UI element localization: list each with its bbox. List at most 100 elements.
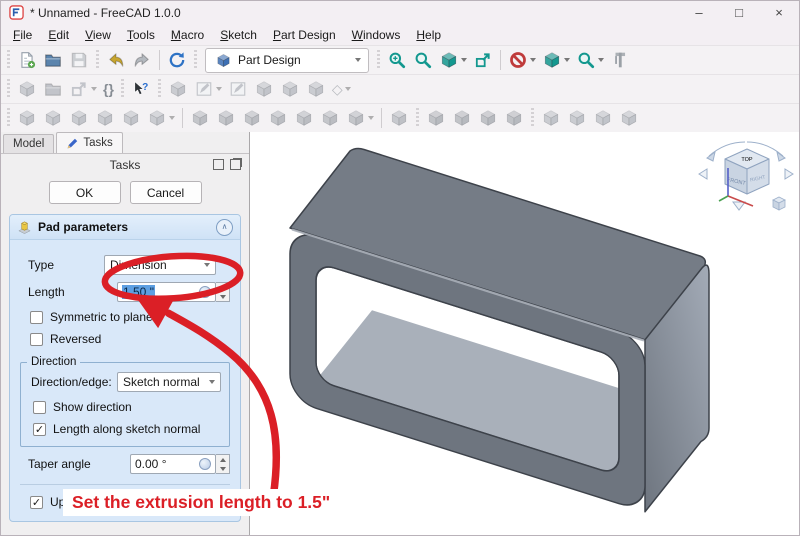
measure-button[interactable] [608,48,632,72]
toolbar-drag-handle[interactable] [192,50,199,70]
reversed-checkbox[interactable] [30,333,43,346]
pad-icon [17,108,37,128]
menu-view[interactable]: View [77,26,119,44]
open-document-button[interactable] [41,48,65,72]
type-dropdown[interactable]: Dimension [104,255,216,275]
navcube-rotate-down-arrow[interactable] [733,202,745,210]
navcube-rotate-right-arrow[interactable] [785,169,793,179]
subtractive-loft-button [266,106,290,130]
freecad-logo-icon [9,5,24,20]
revolution-button [41,106,65,130]
clipping-plane-icon [508,50,528,70]
toolbar-drag-handle[interactable] [529,108,536,128]
dock-panel-icon[interactable] [213,159,224,170]
tab-tasks[interactable]: Tasks [56,132,122,153]
standard-views-button[interactable] [437,48,469,72]
menu-windows[interactable]: Windows [344,26,409,44]
boolean-operation-button [387,106,411,130]
chamfer-button [450,106,474,130]
update-view-checkbox[interactable]: ✓ [30,496,43,509]
boolean-operation-icon [389,108,409,128]
tab-model[interactable]: Model [3,134,54,153]
toolbar-drag-handle[interactable] [156,79,163,99]
expression-icon[interactable] [199,458,211,470]
chevron-down-icon [461,58,467,62]
validate-sketch-icon [280,79,300,99]
draw-style-icon [542,50,562,70]
close-button[interactable]: × [759,1,799,24]
thickness-icon [504,108,524,128]
panel-title: Tasks [110,158,141,172]
workbench-selector[interactable]: Part Design [205,48,369,73]
link-actions-button [67,77,99,101]
create-sketch-icon [194,79,214,99]
length-along-normal-checkbox[interactable]: ✓ [33,423,46,436]
make-group-icon [43,79,63,99]
menu-tools[interactable]: Tools [119,26,163,44]
cancel-button[interactable]: Cancel [130,181,202,204]
show-direction-checkbox[interactable] [33,401,46,414]
chevron-down-icon [598,58,604,62]
navcube-mini-cube[interactable] [773,197,785,210]
make-group-button [41,77,65,101]
toolbar-drag-handle[interactable] [119,79,126,99]
fit-selection-button[interactable] [411,48,435,72]
toolbar-drag-handle[interactable] [375,50,382,70]
menu-edit[interactable]: Edit [40,26,77,44]
menu-file[interactable]: File [5,26,40,44]
3d-viewport[interactable]: TOP FRONT RIGHT [249,132,799,535]
undo-button[interactable] [104,48,128,72]
navcube-rotate-left-arrow[interactable] [699,169,707,179]
freecad-window: * Unnamed - FreeCAD 1.0.0 –□× FileEditVi… [0,0,800,536]
toolbar-drag-handle[interactable] [5,50,12,70]
taper-angle-label: Taper angle [20,457,130,471]
sync-view-button[interactable] [471,48,495,72]
panel-tabs: Model Tasks [1,132,249,154]
direction-edge-dropdown[interactable]: Sketch normal [117,372,221,392]
fit-selection-icon [413,50,433,70]
menubar: FileEditViewToolsMacroSketchPart DesignW… [1,24,799,45]
menu-sketch[interactable]: Sketch [212,26,265,44]
chevron-down-icon [368,116,374,120]
taper-angle-input[interactable]: 0.00 ° [130,454,216,474]
minimize-button[interactable]: – [679,1,719,24]
toolbar-drag-handle[interactable] [414,108,421,128]
ok-button[interactable]: OK [49,181,121,204]
fit-all-button[interactable] [385,48,409,72]
toolbar-drag-handle[interactable] [5,108,12,128]
menu-macro[interactable]: Macro [163,26,212,44]
taper-angle-spinner[interactable] [216,454,230,474]
length-input[interactable]: 1.50 " [117,282,216,302]
toolbar-drag-handle[interactable] [5,79,12,99]
tab-label: Model [13,138,44,150]
expression-actions-button[interactable]: {} [101,77,116,101]
new-document-button[interactable] [15,48,39,72]
chevron-down-icon [564,58,570,62]
length-spinner[interactable] [216,282,230,302]
new-document-icon [17,50,37,70]
taper-angle-value: 0.00 ° [135,457,167,471]
collapse-section-button[interactable]: ∧ [216,219,233,236]
chamfer-icon [452,108,472,128]
redo-icon [132,50,152,70]
draw-style-button[interactable] [540,48,572,72]
show-direction-label: Show direction [53,400,132,414]
standard-views-icon [439,50,459,70]
chevron-down-icon [345,87,351,91]
menu-part-design[interactable]: Part Design [265,26,344,44]
groove-icon [242,108,262,128]
maximize-button[interactable]: □ [719,1,759,24]
navigation-cube[interactable]: TOP FRONT RIGHT [695,140,795,216]
clipping-plane-button[interactable] [506,48,538,72]
check-geometry-icon [306,79,326,99]
redo-button[interactable] [130,48,154,72]
expression-icon[interactable] [199,286,211,298]
menu-help[interactable]: Help [408,26,449,44]
toolbar-drag-handle[interactable] [94,50,101,70]
fit-all-icon [387,50,407,70]
zoom-tools-button[interactable] [574,48,606,72]
float-panel-icon[interactable] [230,159,241,170]
whats-this-button[interactable] [129,77,153,101]
symmetric-checkbox[interactable] [30,311,43,324]
refresh-button[interactable] [165,48,189,72]
